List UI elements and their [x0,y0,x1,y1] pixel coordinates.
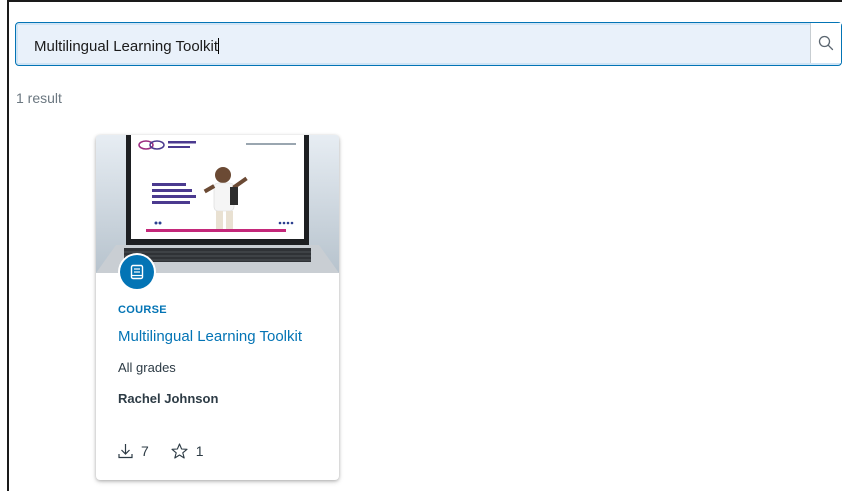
course-title-link[interactable]: Multilingual Learning Toolkit [118,328,302,345]
thumbnail-image [96,135,339,273]
card-stats: 7 1 [118,443,226,459]
search-box[interactable]: Multilingual Learning Toolkit [15,22,842,66]
search-input-value: Multilingual Learning Toolkit [34,38,218,55]
download-count: 7 [118,443,149,459]
course-type-badge [118,253,156,291]
search-input[interactable]: Multilingual Learning Toolkit [34,38,219,55]
course-book-icon-circle [120,255,154,289]
search-button[interactable] [810,23,841,63]
result-card[interactable]: COURSE Multilingual Learning Toolkit All… [96,135,339,480]
course-book-icon [130,264,144,280]
text-caret [218,38,219,54]
course-thumbnail[interactable] [96,135,339,273]
search-field[interactable]: Multilingual Learning Toolkit [18,25,841,63]
favorite-count-value: 1 [195,443,204,459]
grade-level: All grades [118,360,176,375]
star-outline-icon[interactable] [171,443,188,459]
result-count: 1 result [16,90,62,106]
download-count-value: 7 [141,443,149,459]
author-name: Rachel Johnson [118,391,219,406]
favorite-count[interactable]: 1 [171,443,204,459]
download-icon [118,444,133,459]
content-type-label: COURSE [118,304,167,316]
search-icon [818,35,834,51]
